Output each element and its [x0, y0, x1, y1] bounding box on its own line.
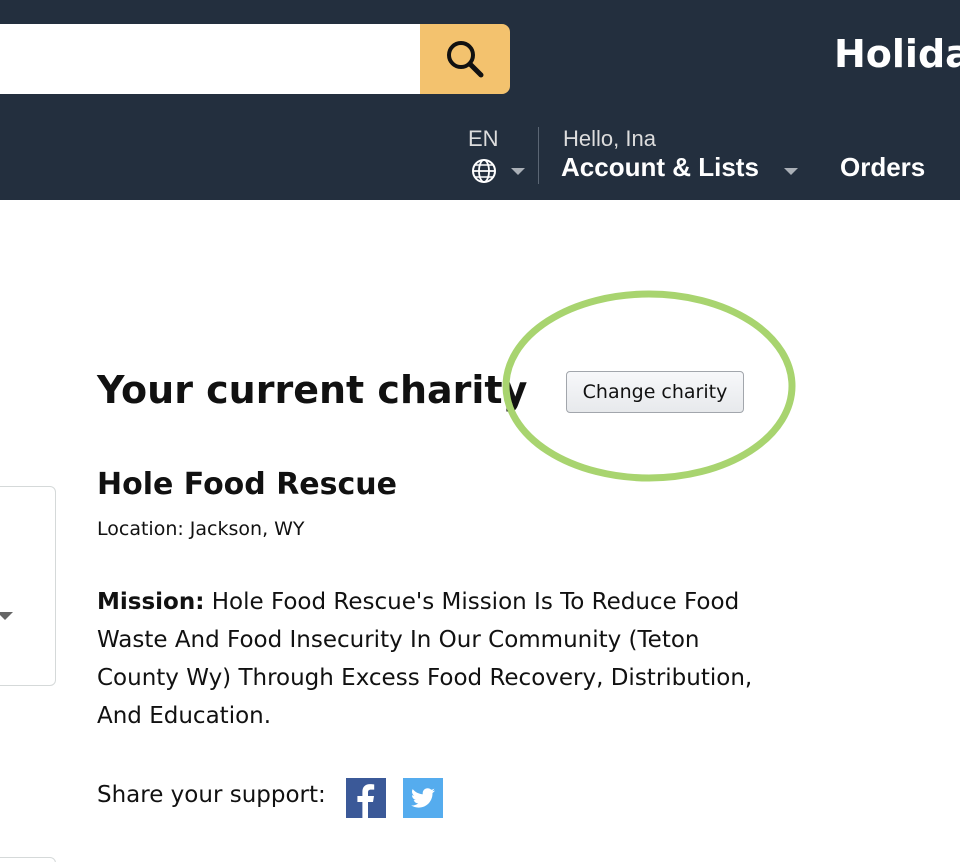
language-selector[interactable]: EN: [466, 126, 530, 188]
account-greeting: Hello, Ina: [563, 126, 656, 151]
charity-mission: Mission: Hole Food Rescue's Mission Is T…: [97, 583, 757, 735]
page: Holida EN Hello, Ina Account & Lists Ord…: [0, 0, 960, 862]
change-charity-button[interactable]: Change charity: [566, 371, 744, 413]
top-nav-bar: Holida EN Hello, Ina Account & Lists Ord…: [0, 0, 960, 200]
account-and-lists-menu[interactable]: Hello, Ina Account & Lists: [561, 126, 805, 188]
section-title: Your current charity: [97, 368, 528, 412]
side-panel-card: [0, 857, 56, 862]
facebook-share-button[interactable]: [346, 778, 386, 818]
charity-name: Hole Food Rescue: [97, 467, 397, 502]
twitter-icon: [411, 788, 435, 808]
orders-link[interactable]: Orders: [840, 152, 925, 183]
facebook-icon: [357, 784, 375, 818]
chevron-down-icon: [784, 168, 798, 175]
language-code: EN: [468, 126, 499, 151]
search-input[interactable]: [0, 24, 424, 94]
chevron-down-icon[interactable]: [0, 610, 14, 622]
side-panel-card: [0, 486, 56, 686]
nav-divider: [538, 127, 539, 184]
magnifier-icon: [447, 41, 484, 78]
search-button[interactable]: [420, 24, 510, 94]
twitter-share-button[interactable]: [403, 778, 443, 818]
charity-location: Location: Jackson, WY: [97, 518, 305, 540]
mission-label: Mission:: [97, 589, 205, 615]
chevron-down-icon: [511, 168, 525, 175]
account-label: Account & Lists: [561, 152, 759, 182]
globe-icon: [472, 159, 496, 183]
share-support-label: Share your support:: [97, 782, 326, 808]
holiday-banner-text[interactable]: Holida: [834, 32, 960, 76]
